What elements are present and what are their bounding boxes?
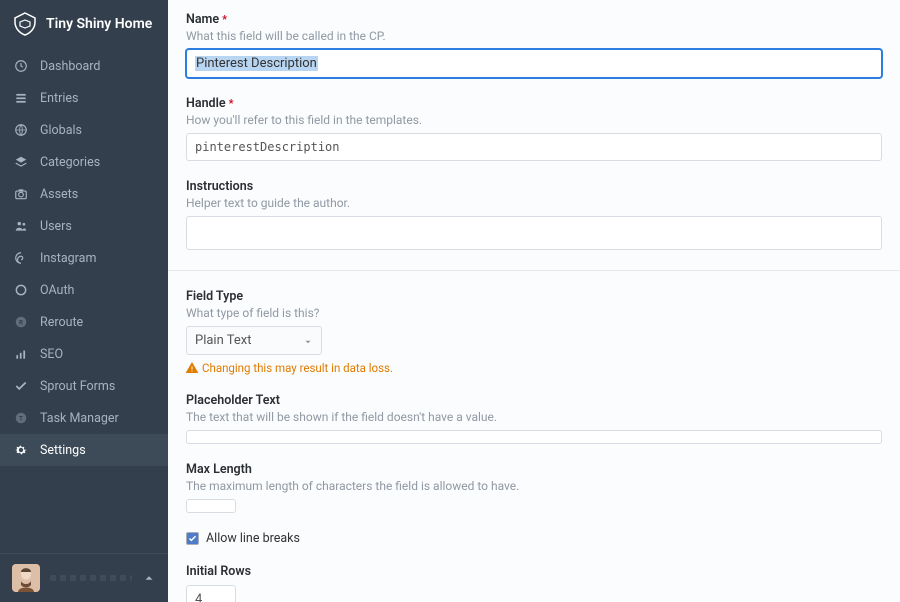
sidebar-item-settings[interactable]: Settings [0, 434, 168, 466]
sidebar-item-categories[interactable]: Categories [0, 146, 168, 178]
sidebar-item-label: SEO [40, 347, 63, 362]
sidebar-item-label: Task Manager [40, 411, 119, 426]
sidebar-item-label: Instagram [40, 251, 96, 266]
label-initial-rows: Initial Rows [186, 564, 882, 579]
chevron-down-icon [303, 336, 313, 346]
field-instructions: Instructions Helper text to guide the au… [186, 179, 882, 250]
sidebar-footer[interactable] [0, 553, 168, 602]
main-content: Name* What this field will be called in … [168, 0, 900, 602]
sidebar-item-label: Categories [40, 155, 100, 170]
check-icon [13, 378, 29, 394]
o-icon [13, 282, 29, 298]
required-marker: * [229, 97, 234, 110]
allow-line-breaks-checkbox[interactable] [186, 532, 199, 545]
svg-text:T: T [19, 414, 23, 422]
chevron-up-icon[interactable] [142, 571, 156, 585]
sidebar-item-users[interactable]: Users [0, 210, 168, 242]
sidebar: Tiny Shiny Home Dashboard Entries Global… [0, 0, 168, 602]
brand-icon [13, 12, 37, 36]
swirl-icon [13, 250, 29, 266]
sidebar-nav: Dashboard Entries Globals Categories Ass… [0, 50, 168, 553]
label-placeholder: Placeholder Text [186, 393, 882, 408]
field-name: Name* What this field will be called in … [186, 12, 882, 78]
label-instructions: Instructions [186, 179, 882, 194]
sidebar-item-label: Settings [40, 443, 86, 458]
r-icon: R [13, 314, 29, 330]
label-max-length: Max Length [186, 462, 882, 477]
sidebar-item-label: Dashboard [40, 59, 100, 74]
required-marker: * [222, 13, 227, 26]
users-icon [13, 218, 29, 234]
section-divider [168, 270, 900, 271]
select-value: Plain Text [195, 333, 251, 348]
help-field-type: What type of field is this? [186, 306, 882, 320]
bars-icon [13, 346, 29, 362]
sidebar-item-task-manager[interactable]: T Task Manager [0, 402, 168, 434]
sidebar-item-sprout-forms[interactable]: Sprout Forms [0, 370, 168, 402]
instructions-input[interactable] [186, 216, 882, 250]
sidebar-item-seo[interactable]: SEO [0, 338, 168, 370]
list-icon [13, 90, 29, 106]
globe-icon [13, 122, 29, 138]
field-type-warning: Changing this may result in data loss. [186, 361, 882, 375]
label-name: Name* [186, 12, 882, 27]
field-type-select[interactable]: Plain Text [186, 326, 322, 355]
svg-text:R: R [19, 318, 23, 326]
clock-icon [13, 58, 29, 74]
help-handle: How you'll refer to this field in the te… [186, 113, 882, 127]
help-placeholder: The text that will be shown if the field… [186, 410, 882, 424]
brand-title: Tiny Shiny Home [46, 16, 152, 32]
label-handle: Handle* [186, 96, 882, 111]
sidebar-item-label: Sprout Forms [40, 379, 115, 394]
sidebar-item-reroute[interactable]: R Reroute [0, 306, 168, 338]
gear-icon [13, 442, 29, 458]
sidebar-item-dashboard[interactable]: Dashboard [0, 50, 168, 82]
sidebar-item-label: OAuth [40, 283, 74, 298]
field-type: Field Type What type of field is this? P… [186, 289, 882, 375]
sidebar-item-assets[interactable]: Assets [0, 178, 168, 210]
sidebar-item-instagram[interactable]: Instagram [0, 242, 168, 274]
handle-input[interactable]: pinterestDescription [186, 133, 882, 161]
sidebar-item-label: Entries [40, 91, 78, 106]
field-max-length: Max Length The maximum length of charact… [186, 462, 882, 513]
warning-icon [186, 362, 198, 374]
sidebar-item-label: Reroute [40, 315, 83, 330]
camera-icon [13, 186, 29, 202]
layers-icon [13, 154, 29, 170]
name-input[interactable]: Pinterest Description [186, 49, 882, 78]
max-length-input[interactable] [186, 499, 236, 513]
sidebar-item-oauth[interactable]: OAuth [0, 274, 168, 306]
field-initial-rows: Initial Rows 4 [186, 564, 882, 602]
sidebar-item-globals[interactable]: Globals [0, 114, 168, 146]
field-allow-line-breaks: Allow line breaks [186, 531, 882, 546]
sidebar-item-label: Users [40, 219, 72, 234]
field-handle: Handle* How you'll refer to this field i… [186, 96, 882, 161]
label-field-type: Field Type [186, 289, 882, 304]
footer-info-blur [50, 575, 132, 581]
label-allow-line-breaks: Allow line breaks [206, 531, 300, 546]
help-instructions: Helper text to guide the author. [186, 196, 882, 210]
help-name: What this field will be called in the CP… [186, 29, 882, 43]
sidebar-item-label: Globals [40, 123, 82, 138]
initial-rows-input[interactable]: 4 [186, 585, 236, 602]
t-icon: T [13, 410, 29, 426]
brand: Tiny Shiny Home [0, 0, 168, 50]
placeholder-input[interactable] [186, 430, 882, 444]
sidebar-item-entries[interactable]: Entries [0, 82, 168, 114]
field-placeholder: Placeholder Text The text that will be s… [186, 393, 882, 444]
sidebar-item-label: Assets [40, 187, 78, 202]
help-max-length: The maximum length of characters the fie… [186, 479, 882, 493]
avatar [12, 564, 40, 592]
